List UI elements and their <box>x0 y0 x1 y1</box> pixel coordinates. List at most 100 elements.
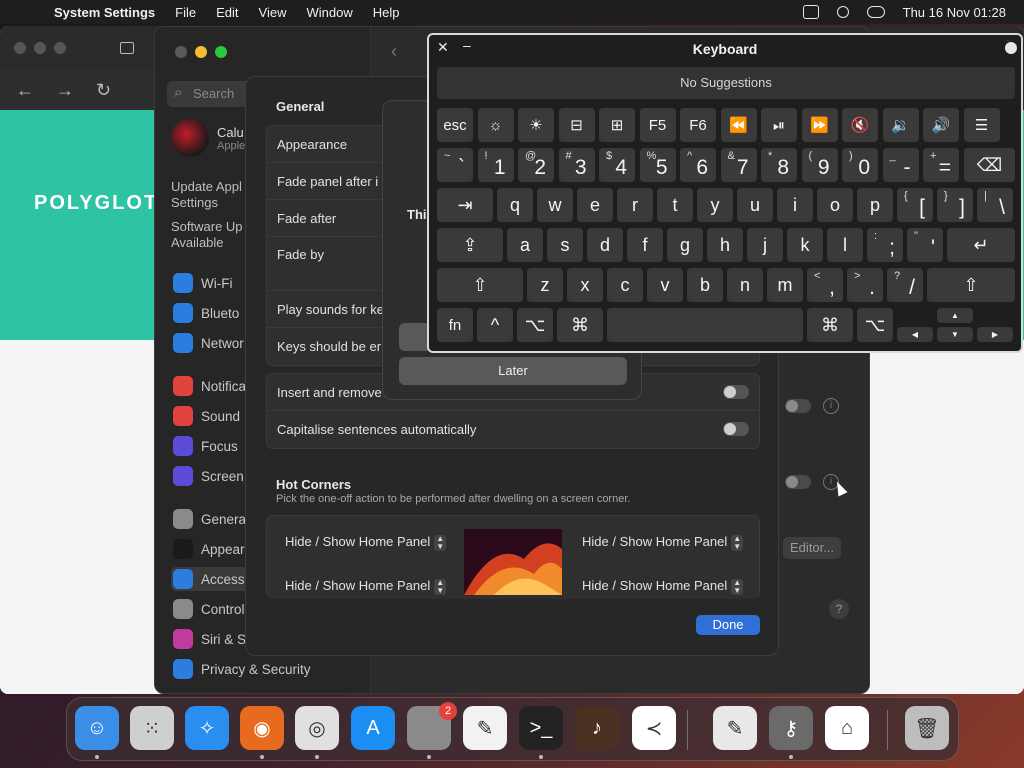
letter-key[interactable]: b <box>687 268 723 302</box>
number-key[interactable]: & 7 <box>720 148 757 182</box>
trash-icon[interactable]: 🗑 <box>905 706 949 750</box>
menu-file[interactable]: File <box>175 5 196 20</box>
row-capitalise[interactable]: Capitalise sentences automatically <box>267 411 759 448</box>
menu-clock[interactable]: Thu 16 Nov 01:28 <box>903 5 1006 20</box>
function-key[interactable]: ⏪ <box>720 108 757 142</box>
garageband-icon[interactable]: ♪ <box>575 706 619 750</box>
script-editor-icon[interactable]: ✎ <box>713 706 757 750</box>
menu-edit[interactable]: Edit <box>216 5 238 20</box>
delete-key[interactable]: ⌫ <box>964 148 1015 182</box>
letter-key[interactable]: e <box>577 188 613 222</box>
keychain-icon[interactable]: ⚷ <box>769 706 813 750</box>
finder-icon[interactable]: ☺ <box>75 706 119 750</box>
browser-minimize-button[interactable] <box>34 42 46 54</box>
settings-back-icon[interactable]: ‹ <box>391 41 397 62</box>
vscode-icon[interactable]: ≺ <box>632 706 676 750</box>
sidebar-item[interactable]: Privacy & Security <box>171 657 367 681</box>
capitalise-toggle[interactable] <box>723 422 749 436</box>
settings-zoom-button[interactable] <box>215 46 227 58</box>
firefox-icon[interactable]: ◉ <box>240 706 284 750</box>
info-icon[interactable]: i <box>823 398 839 414</box>
menu-view[interactable]: View <box>259 5 287 20</box>
letter-key[interactable]: h <box>707 228 743 262</box>
function-key[interactable]: ⊞ <box>599 108 635 142</box>
symbol-key[interactable]: {[ <box>897 188 933 222</box>
command-key[interactable]: ⌘ <box>557 308 603 342</box>
launchpad-icon[interactable]: ⁙ <box>130 706 174 750</box>
function-key[interactable]: F6 <box>680 108 716 142</box>
letter-key[interactable]: a <box>507 228 543 262</box>
letter-key[interactable]: w <box>537 188 573 222</box>
left-shift-key[interactable]: ⇧ <box>437 268 523 302</box>
number-key[interactable]: (9 <box>801 148 838 182</box>
letter-key[interactable]: v <box>647 268 683 302</box>
editor-button[interactable]: Editor... <box>783 537 841 559</box>
function-key[interactable]: ☰ <box>963 108 1000 142</box>
space-bar[interactable] <box>607 308 803 342</box>
number-key[interactable]: ! 1 <box>477 148 514 182</box>
letter-key[interactable]: o <box>817 188 853 222</box>
number-key[interactable]: $4 <box>599 148 635 182</box>
function-key[interactable]: esc <box>437 108 473 142</box>
number-key[interactable]: ) 0 <box>842 148 878 182</box>
function-key[interactable]: 🔉 <box>882 108 919 142</box>
letter-key[interactable]: r <box>617 188 653 222</box>
tab-key[interactable]: ⇥ <box>437 188 493 222</box>
browser-zoom-button[interactable] <box>54 42 66 54</box>
letter-key[interactable]: k <box>787 228 823 262</box>
letter-key[interactable]: s <box>547 228 583 262</box>
fn-key[interactable]: fn <box>437 308 473 342</box>
number-key[interactable]: ^ 6 <box>680 148 716 182</box>
browser-close-button[interactable] <box>14 42 26 54</box>
caps-lock-key[interactable]: ⇪ <box>437 228 503 262</box>
done-button[interactable]: Done <box>696 615 760 635</box>
forward-arrow-icon[interactable]: → <box>56 80 74 101</box>
letter-key[interactable]: d <box>587 228 623 262</box>
update-settings-link[interactable]: Update Appl Settings <box>171 179 242 211</box>
letter-key[interactable]: n <box>727 268 763 302</box>
number-key[interactable]: + = <box>923 148 959 182</box>
return-key[interactable]: ↵ <box>947 228 1015 262</box>
hot-corner-bottom-right-select[interactable]: Hide / Show Home Panel ▲ ▼ <box>582 578 744 595</box>
reload-icon[interactable]: ↻ <box>96 80 111 101</box>
number-key[interactable]: * 8 <box>761 148 797 182</box>
software-update-link[interactable]: Software Up Available <box>171 219 243 251</box>
back-arrow-icon[interactable]: ← <box>16 80 34 101</box>
option-key[interactable]: ⌥ <box>517 308 553 342</box>
letter-key[interactable]: t <box>657 188 693 222</box>
letter-key[interactable]: p <box>857 188 893 222</box>
app-store-icon[interactable]: A <box>351 706 395 750</box>
letter-key[interactable]: u <box>737 188 773 222</box>
letter-key[interactable]: f <box>627 228 663 262</box>
symbol-key[interactable]: ? / <box>887 268 923 302</box>
right-shift-key[interactable]: ⇧ <box>927 268 1015 302</box>
symbol-key[interactable]: " ' <box>907 228 943 262</box>
letter-key[interactable]: c <box>607 268 643 302</box>
hot-corner-bottom-left-select[interactable]: Hide / Show Home Panel ▲ ▼ <box>285 578 447 595</box>
textedit-icon[interactable]: ✎ <box>463 706 507 750</box>
options-icon[interactable] <box>1005 39 1017 54</box>
function-key[interactable]: ☀ <box>518 108 554 142</box>
number-key[interactable]: % 5 <box>639 148 676 182</box>
tab-overview-icon[interactable] <box>120 42 134 54</box>
arrow-right-key[interactable]: ▶ <box>977 327 1013 342</box>
system-settings-icon[interactable]: 2 <box>407 702 457 750</box>
symbol-key[interactable]: :; <box>867 228 903 262</box>
symbol-key[interactable]: >. <box>847 268 883 302</box>
menu-app-name[interactable]: System Settings <box>54 5 155 20</box>
home-icon[interactable]: ⌂ <box>825 706 869 750</box>
function-key[interactable]: ⏩ <box>801 108 838 142</box>
help-icon[interactable]: ? <box>829 599 849 619</box>
menu-window[interactable]: Window <box>306 5 352 20</box>
number-key[interactable]: @2 <box>518 148 554 182</box>
command-key[interactable]: ⌘ <box>807 308 853 342</box>
chrome-icon[interactable]: ◎ <box>295 706 339 750</box>
control-key[interactable]: ^ <box>477 308 513 342</box>
letter-key[interactable]: i <box>777 188 813 222</box>
background-toggle-2[interactable] <box>785 475 811 489</box>
background-toggle-1[interactable] <box>785 399 811 413</box>
function-key[interactable]: ⏯ <box>761 108 797 142</box>
letter-key[interactable]: j <box>747 228 783 262</box>
screen-mirroring-icon[interactable] <box>802 5 819 19</box>
symbol-key[interactable]: <, <box>807 268 843 302</box>
